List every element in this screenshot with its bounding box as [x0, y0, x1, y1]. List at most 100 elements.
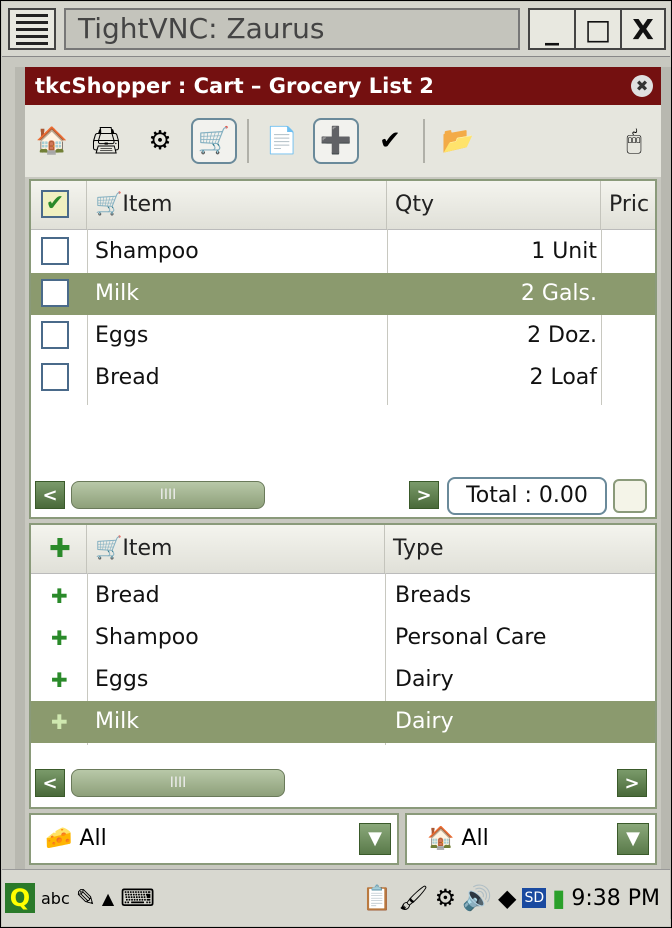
row-checkbox[interactable]	[41, 279, 69, 307]
window-menu-icon[interactable]	[8, 8, 56, 50]
cart-header-icon: 🛒	[95, 192, 123, 217]
category-filter-dropdown[interactable]: 🧀 All ▼	[29, 813, 399, 865]
minimize-button[interactable]: _	[530, 10, 576, 48]
input-mode[interactable]: abc	[41, 889, 70, 908]
row-checkbox[interactable]	[41, 237, 69, 265]
open-folder-icon[interactable]: 📂	[435, 118, 481, 164]
store-filter-dropdown[interactable]: 🏠 All ▼	[405, 813, 657, 865]
item-name: Eggs	[95, 667, 149, 692]
scroll-right-icon[interactable]: >	[409, 481, 439, 509]
check-icon[interactable]: ✔	[41, 190, 69, 218]
add-item-icon[interactable]: ✚	[51, 659, 71, 701]
chevron-down-icon[interactable]: ▼	[359, 823, 391, 855]
category-icon: 🧀	[45, 826, 73, 851]
app-close-icon[interactable]: ✖	[631, 75, 653, 97]
cart-row[interactable]: Shampoo 1 Unit	[31, 231, 655, 273]
cart-row[interactable]: Bread 2 Loaf	[31, 357, 655, 399]
item-row[interactable]: ✚ Shampoo Personal Care	[31, 617, 655, 659]
gear-icon[interactable]: ⚙	[435, 884, 457, 912]
cart-item-qty: 2 Doz.	[527, 323, 597, 348]
vnc-title-bar: TightVNC: Zaurus _ □ X	[2, 2, 670, 57]
maximize-button[interactable]: □	[576, 10, 622, 48]
header-qty[interactable]: Qty	[387, 181, 601, 229]
add-item-icon[interactable]: ✚	[51, 701, 71, 743]
pen-icon[interactable]: ✎	[76, 884, 96, 912]
paint-icon[interactable]: 🖌	[398, 884, 428, 912]
cart-item-name: Eggs	[95, 323, 149, 348]
header-item[interactable]: 🛒Item	[87, 525, 385, 573]
sd-card-icon[interactable]: SD	[522, 888, 547, 908]
category-filter-value: All	[79, 826, 107, 851]
toolbar-separator	[423, 119, 425, 163]
item-name: Milk	[95, 709, 139, 734]
scroll-left-icon[interactable]: <	[35, 481, 65, 509]
cart-row[interactable]: Eggs 2 Doz.	[31, 315, 655, 357]
cart-item-name: Milk	[95, 281, 139, 306]
item-row-selected[interactable]: ✚ Milk Dairy	[31, 701, 655, 743]
cart-total: Total : 0.00	[447, 477, 607, 515]
scroll-left-icon[interactable]: <	[35, 769, 65, 797]
print-icon[interactable]: 🖨	[83, 118, 129, 164]
item-type: Breads	[395, 583, 472, 608]
cart-row-selected[interactable]: Milk 2 Gals.	[31, 273, 655, 315]
cart-item-qty: 1 Unit	[531, 239, 597, 264]
home-icon[interactable]: 🏠	[29, 118, 75, 164]
chevron-down-icon[interactable]: ▼	[617, 823, 649, 855]
left-border	[15, 67, 25, 919]
cart-item-name: Bread	[95, 365, 160, 390]
vnc-window-title: TightVNC: Zaurus	[64, 8, 520, 50]
vnc-window-controls: _ □ X	[528, 8, 666, 50]
items-scrollbar[interactable]: < IIII >	[31, 761, 655, 807]
header-price[interactable]: Pric	[601, 181, 655, 229]
header-add[interactable]: ✚	[31, 525, 87, 573]
battery-icon[interactable]: ▮	[552, 884, 565, 912]
store-filter-value: All	[461, 826, 489, 851]
clipboard-icon[interactable]: 📋	[362, 884, 392, 912]
keyboard-icon[interactable]: ⌨	[120, 884, 155, 912]
store-icon: 🏠	[427, 826, 455, 851]
taskbar: Q abc ✎ ▲ ⌨ 📋 🖌 ⚙ 🔊 ◆ SD ▮ 9:38 PM	[2, 869, 670, 926]
clock[interactable]: 9:38 PM	[571, 886, 660, 911]
cart-check-icon[interactable]: ✔	[367, 118, 413, 164]
right-border	[661, 67, 671, 919]
row-checkbox[interactable]	[41, 321, 69, 349]
plus-icon: ✚	[49, 534, 71, 564]
app-title: tkcShopper : Cart – Grocery List 2	[35, 74, 434, 98]
header-type[interactable]: Type	[385, 525, 655, 573]
cart-header: ✔ 🛒Item Qty Pric	[31, 181, 655, 230]
toolbar: 🏠 🖨 ⚙ 🛒 📄 ➕ ✔ 📂 🖱	[25, 105, 661, 177]
cart-item-qty: 2 Gals.	[520, 281, 597, 306]
add-item-icon[interactable]: ✚	[51, 617, 71, 659]
item-row[interactable]: ✚ Bread Breads	[31, 575, 655, 617]
new-document-icon[interactable]: 📄	[259, 118, 305, 164]
cart-header-icon: 🛒	[95, 536, 123, 561]
item-type: Personal Care	[395, 625, 547, 650]
settings-icon[interactable]: ⚙	[137, 118, 183, 164]
up-arrow-icon[interactable]: ▲	[102, 889, 114, 908]
app-title-bar: tkcShopper : Cart – Grocery List 2 ✖	[25, 67, 661, 105]
scroll-thumb[interactable]: IIII	[71, 769, 285, 797]
scroll-thumb[interactable]: IIII	[71, 481, 265, 509]
header-item[interactable]: 🛒Item	[87, 181, 387, 229]
add-item-icon[interactable]: ✚	[51, 575, 71, 617]
launcher-icon[interactable]: Q	[5, 883, 35, 913]
network-icon[interactable]: ◆	[498, 884, 516, 912]
volume-icon[interactable]: 🔊	[462, 884, 492, 912]
select-all-checkbox[interactable]: ✔	[31, 181, 87, 229]
total-action-button[interactable]	[613, 479, 647, 513]
cart-add-icon[interactable]: ➕	[313, 118, 359, 164]
item-name: Bread	[95, 583, 160, 608]
cart-scrollbar[interactable]: < IIII > Total : 0.00	[31, 473, 655, 517]
item-name: Shampoo	[95, 625, 199, 650]
item-row[interactable]: ✚ Eggs Dairy	[31, 659, 655, 701]
item-type: Dairy	[395, 709, 454, 734]
items-table: ✚ 🛒Item Type ✚ Bread Breads ✚ Shampoo Pe…	[29, 523, 657, 809]
cart-table: ✔ 🛒Item Qty Pric Shampoo 1 Unit Milk 2 G…	[29, 179, 657, 519]
close-button[interactable]: X	[622, 10, 664, 48]
scroll-right-icon[interactable]: >	[617, 769, 647, 797]
cart-icon[interactable]: 🛒	[191, 118, 237, 164]
items-header: ✚ 🛒Item Type	[31, 525, 655, 574]
mouse-icon[interactable]: 🖱	[611, 118, 657, 164]
row-checkbox[interactable]	[41, 363, 69, 391]
cart-item-qty: 2 Loaf	[529, 365, 597, 390]
